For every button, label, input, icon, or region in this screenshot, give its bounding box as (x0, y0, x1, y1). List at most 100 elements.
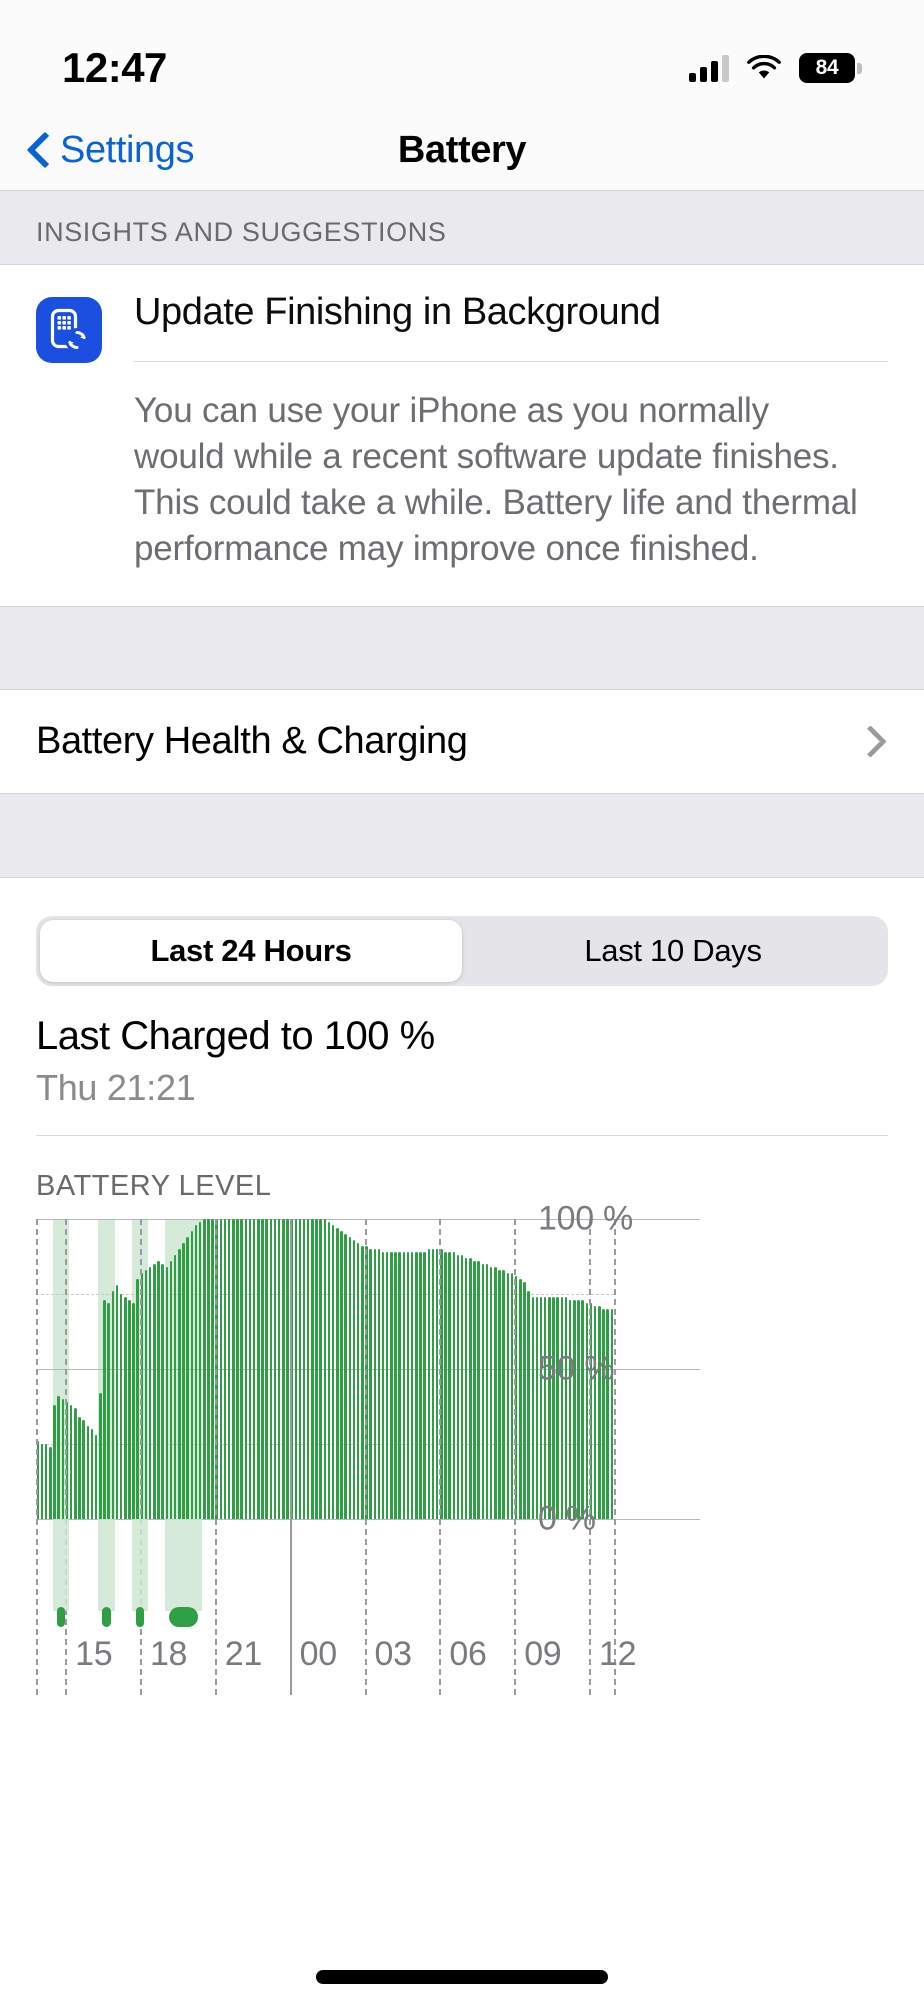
chart-bar (232, 1219, 235, 1520)
insights-section-header: INSIGHTS AND SUGGESTIONS (0, 190, 924, 265)
time-range-control-wrap: Last 24 Hours Last 10 Days (0, 878, 924, 987)
chart-bar (115, 1285, 119, 1520)
chart-plot-area: 100 % 50 % 0 % (36, 1200, 700, 1696)
chart-bar (186, 1237, 189, 1520)
chart-bar (165, 1267, 169, 1520)
chart-x-tick-label: 06 (449, 1635, 487, 1674)
chart-bar (298, 1219, 302, 1520)
chart-bar (74, 1408, 77, 1520)
chevron-right-icon (866, 726, 888, 758)
chart-bar (198, 1222, 202, 1520)
chart-bar (124, 1297, 127, 1520)
chart-bar (119, 1294, 123, 1520)
charging-band (131, 1519, 149, 1612)
chart-x-tick-label: 00 (299, 1635, 338, 1674)
chart-bar (132, 1303, 135, 1520)
chart-bar (194, 1225, 198, 1520)
navigation-bar: Settings Battery (0, 110, 924, 190)
charging-band (164, 1519, 203, 1612)
chart-hour-gridline (614, 1219, 616, 1696)
battery-level-chart: BATTERY LEVEL 100 % 50 % 0 % 15 18 21 00 03 06 0… (0, 1136, 924, 1696)
chart-y-tick-label: 50 % (538, 1349, 615, 1388)
chart-bar (211, 1219, 214, 1520)
chart-y-tick-label: 100 % (538, 1199, 633, 1238)
chart-bar (61, 1399, 65, 1520)
chart-bar (40, 1444, 44, 1520)
chart-bar (265, 1219, 268, 1520)
cellular-bars-icon (689, 54, 729, 82)
insight-card[interactable]: Update Finishing in Background You can u… (0, 265, 924, 607)
device-update-sync-icon (36, 297, 102, 363)
chart-bar (45, 1444, 48, 1520)
chart-bar (78, 1417, 81, 1520)
charging-period-pill (102, 1607, 111, 1628)
chart-bar (148, 1267, 152, 1520)
chart-bar (277, 1219, 281, 1520)
chart-bar (94, 1435, 98, 1520)
status-bar-time: 12:47 (62, 44, 167, 91)
chart-bar (157, 1261, 160, 1520)
chart-x-tick-label: 09 (524, 1635, 562, 1674)
chart-bar (236, 1219, 239, 1520)
chart-x-axis: 15 18 21 00 03 06 09 12 (36, 1519, 637, 1695)
chart-y-axis-labels: 100 % 50 % 0 % (314, 1200, 633, 1538)
charging-band (52, 1519, 70, 1612)
insight-title: Update Finishing in Background (134, 291, 661, 333)
battery-percent-label: 84 (815, 56, 839, 79)
segment-last-24-hours[interactable]: Last 24 Hours (40, 920, 462, 983)
chart-bar (144, 1270, 148, 1520)
chart-bar (161, 1264, 164, 1520)
segment-last-10-days[interactable]: Last 10 Days (462, 920, 884, 982)
status-bar-indicators: 84 (689, 53, 862, 83)
chart-bar (153, 1264, 156, 1520)
chart-bar (169, 1261, 173, 1520)
chart-bar (219, 1219, 223, 1520)
chart-bar (240, 1219, 243, 1520)
chart-bar (57, 1396, 60, 1520)
charging-period-pill (56, 1607, 66, 1628)
chart-bar (248, 1219, 252, 1520)
back-button-label: Settings (60, 128, 195, 171)
chart-bar (286, 1219, 289, 1520)
wifi-icon (747, 54, 781, 81)
charging-period-pill (168, 1607, 199, 1628)
battery-icon: 84 (799, 53, 862, 83)
chart-bar (223, 1219, 227, 1520)
chart-bar (128, 1300, 131, 1520)
chart-bar (86, 1426, 90, 1520)
chart-bar (294, 1219, 297, 1520)
chart-bar (90, 1429, 94, 1520)
back-button[interactable]: Settings (28, 128, 195, 172)
battery-health-label: Battery Health & Charging (36, 720, 468, 763)
chart-bar (190, 1231, 194, 1520)
battery-health-row[interactable]: Battery Health & Charging (0, 690, 924, 795)
chart-bar (69, 1405, 73, 1520)
chart-bar (207, 1219, 210, 1520)
last-charged-title: Last Charged to 100 % (36, 1014, 435, 1059)
chart-bar (273, 1219, 277, 1520)
charging-period-pill (135, 1607, 145, 1628)
chart-bar (49, 1447, 52, 1520)
section-gap-1 (0, 606, 924, 691)
chart-bar (53, 1405, 56, 1520)
insight-row: Update Finishing in Background You can u… (0, 265, 924, 606)
status-bar: 12:47 84 (0, 0, 924, 110)
chart-x-tick-label: 15 (75, 1635, 113, 1674)
chart-bar (302, 1219, 306, 1520)
chart-bar (136, 1279, 139, 1520)
chart-bar (282, 1219, 285, 1520)
chart-x-tick-label: 03 (374, 1635, 413, 1674)
battery-settings-screen: 12:47 84 Settings Battery INSIGHTS AND S… (0, 0, 924, 2000)
chart-bar (103, 1300, 106, 1520)
time-range-segmented-control[interactable]: Last 24 Hours Last 10 Days (36, 916, 888, 987)
chart-x-tick-label: 21 (224, 1635, 263, 1674)
chart-bar (178, 1249, 181, 1520)
chart-bar (257, 1219, 260, 1520)
chart-x-tick-label: 18 (149, 1635, 188, 1674)
chart-bar (269, 1219, 273, 1520)
chart-title: BATTERY LEVEL (36, 1170, 272, 1203)
home-indicator[interactable] (316, 1970, 608, 1984)
chart-bar (82, 1420, 85, 1520)
chart-x-tick-label: 12 (599, 1635, 637, 1674)
last-charged-subtitle: Thu 21:21 (36, 1067, 196, 1109)
